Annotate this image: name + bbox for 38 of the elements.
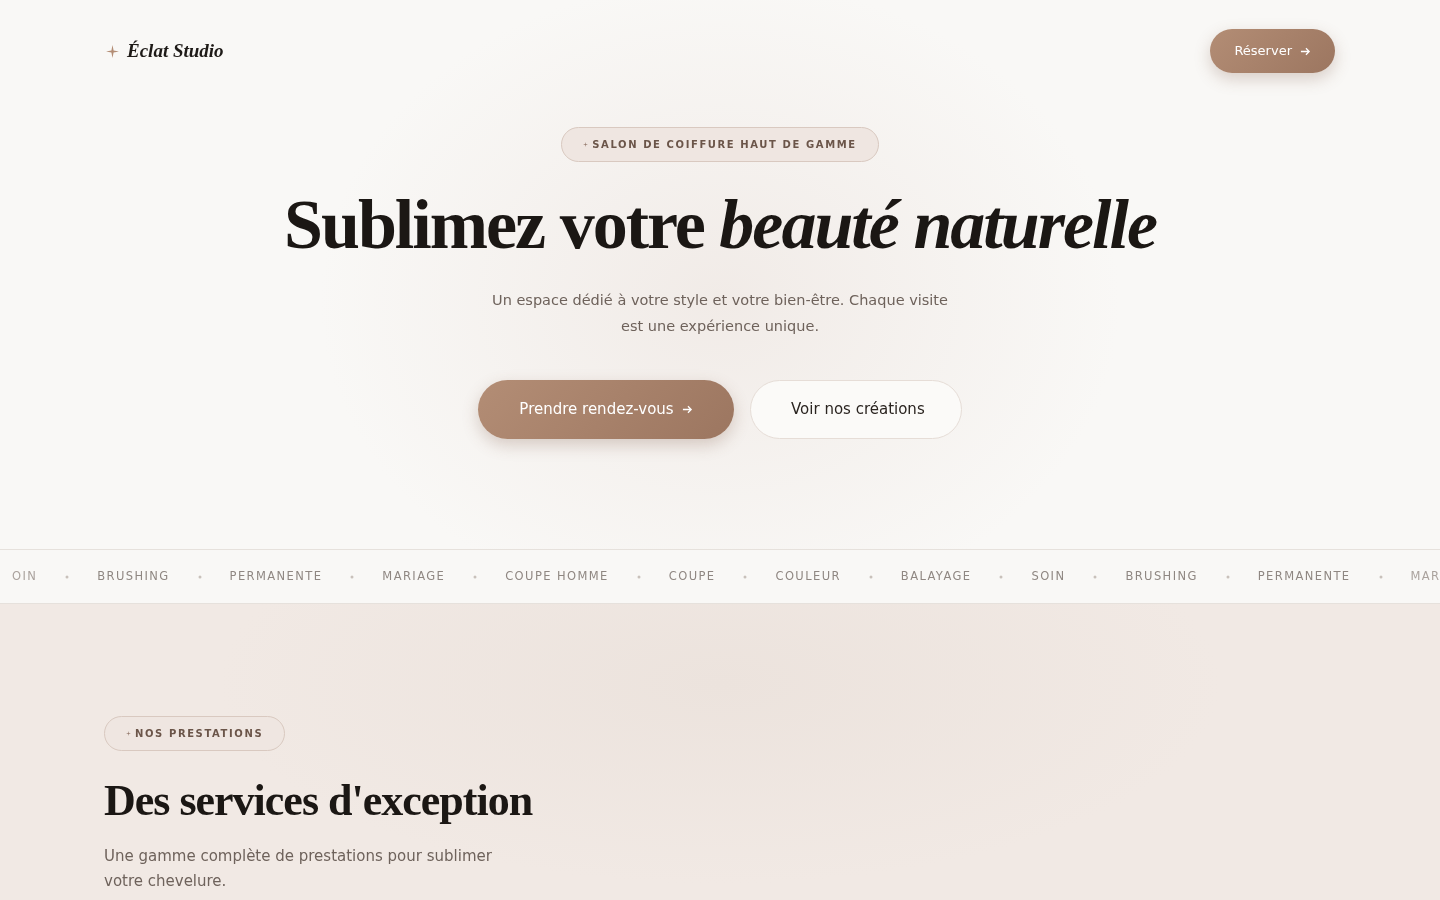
separator-icon [999, 574, 1004, 579]
service-label: COUPE HOMME [505, 567, 609, 585]
service-label: COULEUR [775, 567, 841, 585]
sparkle-icon [583, 142, 589, 147]
arrow-right-icon [1300, 45, 1311, 57]
separator-icon [1225, 574, 1230, 579]
hero-subtitle: Un espace dédié à votre style et votre bien-être. Chaque visite est une expérience unique. [491, 291, 949, 336]
gallery-button[interactable]: Voir nos créations [750, 380, 962, 439]
separator-icon [197, 574, 202, 579]
service-label: PERMANENTE [229, 567, 323, 585]
section-tag: NOS PRESTATIONS [104, 716, 286, 751]
separator-icon [868, 574, 873, 579]
reserve-button[interactable]: Réserver [1210, 29, 1335, 73]
service-label: BALAYAGE [900, 567, 972, 585]
category-tag: SALON DE COIFFURE HAUT DE GAMME [561, 127, 879, 162]
service-label: PERMANENTE [1257, 567, 1351, 585]
service-label: MARIAGE [382, 567, 446, 585]
sparkle-icon [126, 731, 131, 736]
section-heading: Des services d'exception [104, 775, 534, 827]
separator-icon [743, 574, 748, 579]
separator-icon [473, 574, 478, 579]
service-label: OIN [12, 567, 38, 585]
section-description: Une gamme complète de prestations pour sublimer votre chevelure. [104, 845, 493, 892]
arrow-right-icon [681, 404, 693, 415]
separator-icon [65, 574, 70, 579]
separator-icon [1093, 574, 1098, 579]
brand-name: Éclat Studio [127, 38, 224, 63]
service-label: COUPE [668, 567, 716, 585]
hero-heading: Sublimez votre beauté naturelle [284, 186, 1156, 263]
separator-icon [636, 574, 641, 579]
appointment-button[interactable]: Prendre rendez-vous [478, 380, 734, 439]
service-label: BRUSHING [1125, 567, 1198, 585]
service-label: MAR [1410, 567, 1440, 585]
separator-icon [350, 574, 355, 579]
service-label: SOIN [1031, 567, 1066, 585]
separator-icon [1378, 574, 1383, 579]
service-label: BRUSHING [97, 567, 170, 585]
sparkle-icon [106, 44, 119, 58]
